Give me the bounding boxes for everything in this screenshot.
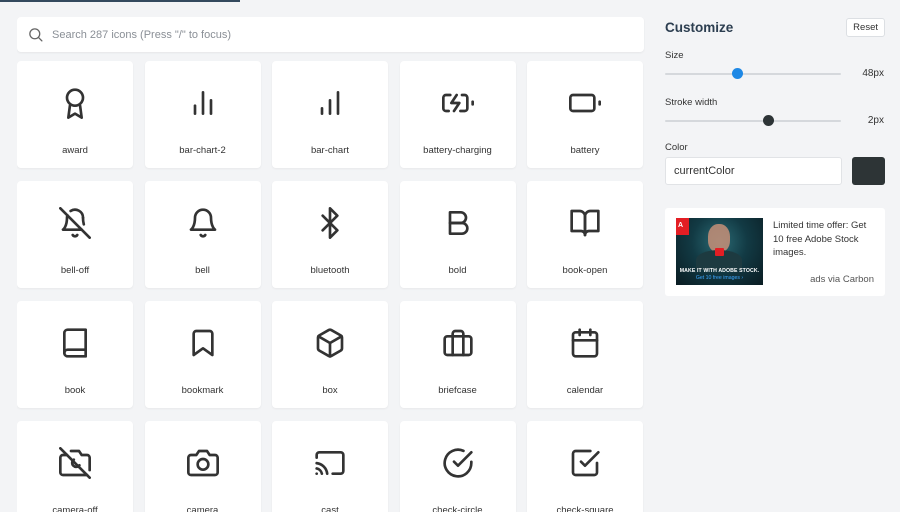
icon-tile-camera[interactable]: camera xyxy=(144,421,261,512)
color-control: Color xyxy=(665,142,885,185)
check-square-icon xyxy=(571,449,600,477)
icon-tile-bookmark[interactable]: bookmark xyxy=(144,301,261,408)
icon-label: book-open xyxy=(562,265,608,276)
icon-tile-book[interactable]: book xyxy=(17,301,133,408)
ad-image-cta: Get 10 free images › xyxy=(695,275,744,281)
box-icon xyxy=(316,328,344,358)
customize-header: Customize Reset xyxy=(665,17,885,37)
icon-tile-calendar[interactable]: calendar xyxy=(527,301,643,408)
icon-label: bell-off xyxy=(60,265,90,276)
icon-grid: award bar-chart-2 bar-chart battery-chargin… xyxy=(17,61,645,512)
color-label: Color xyxy=(665,142,688,153)
icon-label: cast xyxy=(321,505,339,512)
stroke-width-value: 2px xyxy=(867,115,884,126)
color-swatch[interactable] xyxy=(852,157,885,185)
adobe-logo-icon: A xyxy=(676,218,689,235)
cast-icon xyxy=(315,451,345,475)
icon-tile-battery[interactable]: battery xyxy=(527,61,643,168)
customize-title: Customize xyxy=(665,19,734,35)
battery-charging-icon xyxy=(441,93,474,113)
icon-label: bold xyxy=(448,265,467,276)
icon-tile-cast[interactable]: cast xyxy=(272,421,388,512)
camera-icon xyxy=(186,449,219,477)
stroke-slider-thumb[interactable] xyxy=(763,115,775,126)
bluetooth-icon xyxy=(321,207,339,239)
calendar-icon xyxy=(571,328,599,358)
icon-label: award xyxy=(62,145,88,156)
icon-tile-bell-off[interactable]: bell-off xyxy=(17,181,133,288)
icon-label: bell xyxy=(195,265,210,276)
bookmark-icon xyxy=(191,329,214,357)
ad-photoshop-badge xyxy=(715,248,724,256)
icon-tile-bluetooth[interactable]: bluetooth xyxy=(272,181,388,288)
check-circle-icon xyxy=(442,448,473,478)
award-icon xyxy=(65,88,85,119)
stroke-slider-track[interactable] xyxy=(665,120,841,122)
book-open-icon xyxy=(570,209,600,237)
icon-tile-bar-chart[interactable]: bar-chart xyxy=(272,61,388,168)
icon-tile-bell[interactable]: bell xyxy=(144,181,261,288)
color-input[interactable] xyxy=(665,157,842,185)
icon-tile-bar-chart-2[interactable]: bar-chart-2 xyxy=(144,61,261,168)
book-icon xyxy=(62,328,87,358)
ad-image[interactable]: A MAKE IT WITH ADOBE STOCK. Get 10 free … xyxy=(676,218,763,285)
icon-label: camera-off xyxy=(52,505,98,512)
icon-tile-award[interactable]: award xyxy=(17,61,133,168)
icon-tile-box[interactable]: box xyxy=(272,301,388,408)
top-accent-line xyxy=(0,0,240,2)
icon-label: check-circle xyxy=(432,505,483,512)
bell-icon xyxy=(189,208,216,238)
icon-label: box xyxy=(322,385,338,396)
icon-tile-battery-charging[interactable]: battery-charging xyxy=(399,61,516,168)
camera-off-icon xyxy=(59,447,91,479)
icon-label: battery xyxy=(570,145,600,156)
size-slider-thumb[interactable] xyxy=(731,68,743,79)
icon-tile-bold[interactable]: bold xyxy=(399,181,516,288)
icon-tile-camera-off[interactable]: camera-off xyxy=(17,421,133,512)
icon-label: bar-chart xyxy=(310,145,349,156)
icon-browser: award bar-chart-2 bar-chart battery-chargin… xyxy=(17,17,645,512)
icon-label: battery-charging xyxy=(423,145,492,156)
carbon-ad: A MAKE IT WITH ADOBE STOCK. Get 10 free … xyxy=(665,208,885,296)
icon-label: briefcase xyxy=(438,385,477,396)
stroke-width-slider[interactable]: 2px xyxy=(665,114,885,128)
ads-via-carbon-link[interactable]: ads via Carbon xyxy=(810,274,874,285)
search-bar[interactable] xyxy=(17,17,644,52)
battery-icon xyxy=(569,93,601,113)
briefcase-icon xyxy=(442,329,473,357)
bell-off-icon xyxy=(59,207,91,239)
customize-panel: Customize Reset Size 48px Stroke width 2… xyxy=(665,17,885,296)
size-slider[interactable]: 48px xyxy=(665,67,885,81)
bar-chart-icon xyxy=(320,91,340,115)
search-icon xyxy=(29,28,43,42)
icon-label: bar-chart-2 xyxy=(179,145,226,156)
size-slider-track[interactable] xyxy=(665,73,841,75)
stroke-width-label: Stroke width xyxy=(665,97,718,108)
icon-tile-briefcase[interactable]: briefcase xyxy=(399,301,516,408)
ad-text-link[interactable]: Limited time offer: Get 10 free Adobe St… xyxy=(773,219,877,260)
icon-tile-check-circle[interactable]: check-circle xyxy=(399,421,516,512)
size-label: Size xyxy=(665,50,684,61)
search-input[interactable] xyxy=(52,28,612,41)
icon-label: book xyxy=(64,385,86,396)
icon-label: camera xyxy=(186,505,219,512)
icon-label: bluetooth xyxy=(310,265,350,276)
ad-image-headline: MAKE IT WITH ADOBE STOCK. xyxy=(679,268,760,274)
icon-label: bookmark xyxy=(181,385,224,396)
stroke-control: Stroke width 2px xyxy=(665,97,885,128)
bar-chart-2-icon xyxy=(193,91,212,115)
bold-icon xyxy=(448,211,469,235)
icon-label: calendar xyxy=(566,385,604,396)
icon-tile-book-open[interactable]: book-open xyxy=(527,181,643,288)
icon-tile-check-square[interactable]: check-square xyxy=(527,421,643,512)
size-value: 48px xyxy=(862,68,884,79)
reset-button[interactable]: Reset xyxy=(846,17,885,37)
size-control: Size 48px xyxy=(665,50,885,81)
icon-label: check-square xyxy=(556,505,614,512)
